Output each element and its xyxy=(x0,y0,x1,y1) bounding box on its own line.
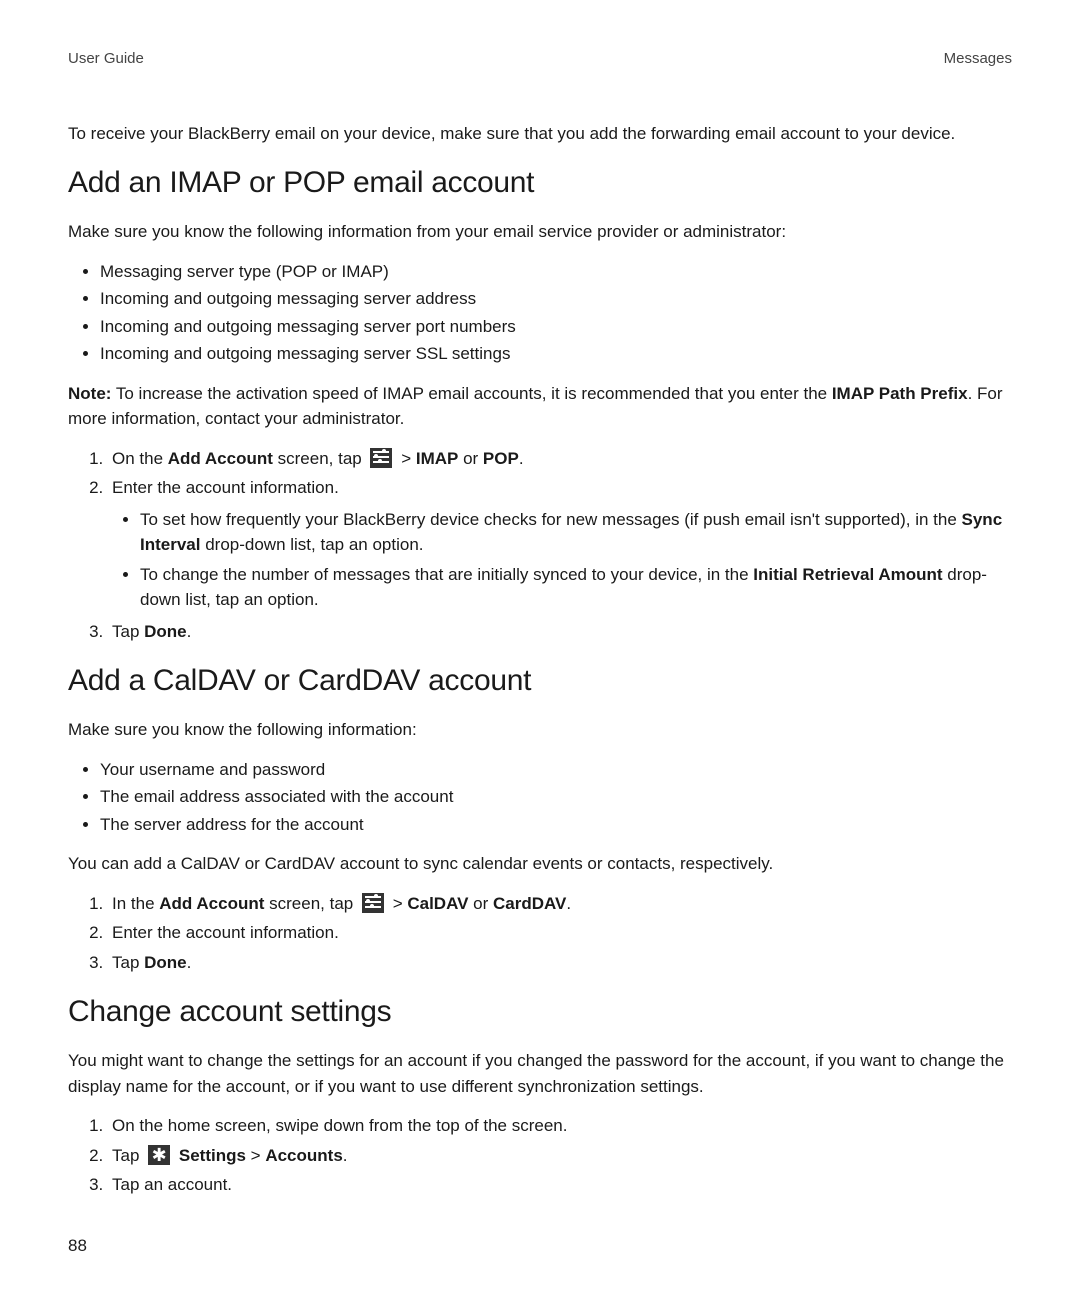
list-item: Incoming and outgoing messaging server S… xyxy=(100,341,1012,367)
advanced-icon xyxy=(362,893,384,913)
done-label: Done xyxy=(144,953,187,972)
text: > xyxy=(246,1146,265,1165)
list-item: Messaging server type (POP or IMAP) xyxy=(100,259,1012,285)
text: On the xyxy=(112,449,168,468)
section3-steps: On the home screen, swipe down from the … xyxy=(68,1113,1012,1198)
note-highlight: IMAP Path Prefix xyxy=(832,384,968,403)
text: In the xyxy=(112,894,159,913)
intro-text: To receive your BlackBerry email on your… xyxy=(68,121,1012,147)
text: > xyxy=(388,894,407,913)
step-2: Enter the account information. xyxy=(108,920,1012,946)
section1-steps: On the Add Account screen, tap > IMAP or… xyxy=(68,446,1012,645)
text: Tap xyxy=(112,1146,144,1165)
page-number: 88 xyxy=(68,1233,87,1259)
list-item: Incoming and outgoing messaging server a… xyxy=(100,286,1012,312)
list-item: To set how frequently your BlackBerry de… xyxy=(140,507,1012,558)
list-item: Incoming and outgoing messaging server p… xyxy=(100,314,1012,340)
section2-para: You can add a CalDAV or CardDAV account … xyxy=(68,851,1012,877)
step-1: On the Add Account screen, tap > IMAP or… xyxy=(108,446,1012,472)
step-3: Tap Done. xyxy=(108,950,1012,976)
text: . xyxy=(566,894,571,913)
text: drop-down list, tap an option. xyxy=(200,535,423,554)
step-2-substeps: To set how frequently your BlackBerry de… xyxy=(112,507,1012,613)
note-label: Note: xyxy=(68,384,111,403)
text: . xyxy=(343,1146,348,1165)
step-2: Tap Settings > Accounts. xyxy=(108,1143,1012,1169)
step-2: Enter the account information. To set ho… xyxy=(108,475,1012,613)
list-item: Your username and password xyxy=(100,757,1012,783)
document-page: User Guide Messages To receive your Blac… xyxy=(0,0,1080,1296)
header-right: Messages xyxy=(944,48,1012,71)
pop-label: POP xyxy=(483,449,519,468)
list-item: To change the number of messages that ar… xyxy=(140,562,1012,613)
section2-steps: In the Add Account screen, tap > CalDAV … xyxy=(68,891,1012,976)
section1-lead: Make sure you know the following informa… xyxy=(68,219,1012,245)
step-3: Tap Done. xyxy=(108,619,1012,645)
initial-retrieval-label: Initial Retrieval Amount xyxy=(753,565,942,584)
advanced-icon xyxy=(370,448,392,468)
text: > xyxy=(396,449,415,468)
settings-icon xyxy=(148,1145,170,1165)
text: Tap xyxy=(112,953,144,972)
step-1: In the Add Account screen, tap > CalDAV … xyxy=(108,891,1012,917)
section2-lead: Make sure you know the following informa… xyxy=(68,717,1012,743)
section-caldav-title: Add a CalDAV or CardDAV account xyxy=(68,658,1012,703)
caldav-label: CalDAV xyxy=(407,894,468,913)
header-left: User Guide xyxy=(68,48,144,71)
text: or xyxy=(458,449,483,468)
text: To set how frequently your BlackBerry de… xyxy=(140,510,962,529)
step-1: On the home screen, swipe down from the … xyxy=(108,1113,1012,1139)
section1-requirements: Messaging server type (POP or IMAP) Inco… xyxy=(68,259,1012,367)
section-change-settings-title: Change account settings xyxy=(68,989,1012,1034)
text: To change the number of messages that ar… xyxy=(140,565,753,584)
section-imap-pop-title: Add an IMAP or POP email account xyxy=(68,160,1012,205)
imap-label: IMAP xyxy=(416,449,459,468)
text: Tap xyxy=(112,622,144,641)
text: Enter the account information. xyxy=(112,478,339,497)
settings-label: Settings xyxy=(179,1146,246,1165)
text: . xyxy=(187,953,192,972)
text: To increase the activation speed of IMAP… xyxy=(111,384,831,403)
add-account-label: Add Account xyxy=(168,449,273,468)
text: screen, tap xyxy=(264,894,358,913)
text: screen, tap xyxy=(273,449,367,468)
page-header: User Guide Messages xyxy=(68,48,1012,71)
text: . xyxy=(187,622,192,641)
section3-para: You might want to change the settings fo… xyxy=(68,1048,1012,1099)
section1-note: Note: To increase the activation speed o… xyxy=(68,381,1012,432)
list-item: The email address associated with the ac… xyxy=(100,784,1012,810)
carddav-label: CardDAV xyxy=(493,894,566,913)
step-3: Tap an account. xyxy=(108,1172,1012,1198)
done-label: Done xyxy=(144,622,187,641)
add-account-label: Add Account xyxy=(159,894,264,913)
text: . xyxy=(519,449,524,468)
section2-requirements: Your username and password The email add… xyxy=(68,757,1012,838)
accounts-label: Accounts xyxy=(265,1146,342,1165)
text: or xyxy=(468,894,493,913)
list-item: The server address for the account xyxy=(100,812,1012,838)
